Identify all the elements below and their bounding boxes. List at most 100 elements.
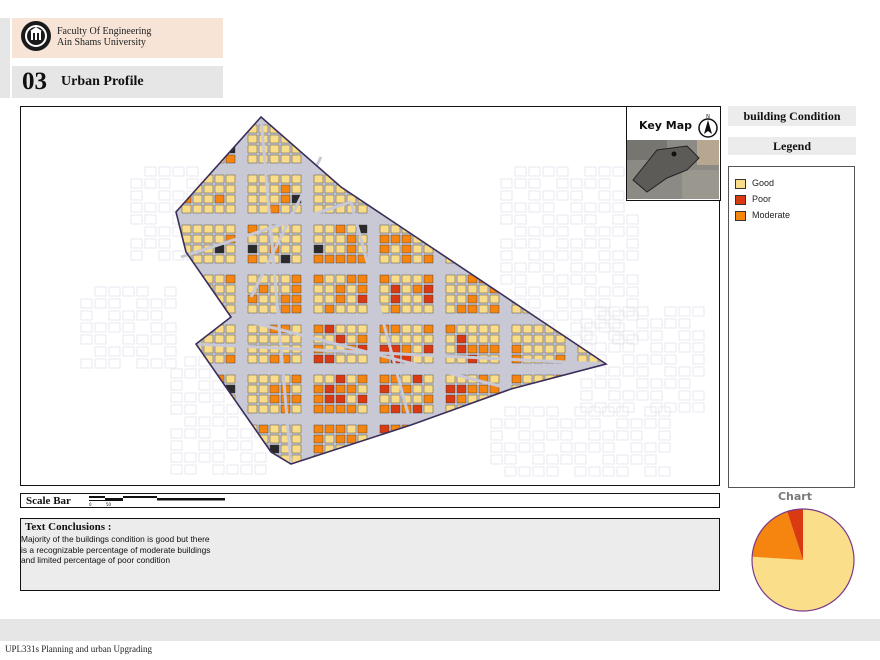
building [390,204,401,214]
building [313,174,324,184]
building [401,144,412,154]
building [225,454,236,464]
building [324,124,335,134]
building [192,254,203,264]
building [346,384,357,394]
legend-label-poor: Poor [752,194,772,204]
building [214,184,225,194]
building [214,224,225,234]
building [192,144,203,154]
building [478,444,489,454]
building-condition-map[interactable] [20,106,720,486]
building [203,304,214,314]
context-building [598,250,611,261]
building [577,144,588,154]
context-building [556,238,569,249]
building [456,174,467,184]
context-building [612,322,625,333]
building [467,254,478,264]
building [533,384,544,394]
context-building [608,378,621,389]
building [291,294,302,304]
building [214,274,225,284]
context-building [570,190,583,201]
building [533,284,544,294]
building [423,184,434,194]
building [291,174,302,184]
context-building [500,238,513,249]
building [291,374,302,384]
context-building [122,286,135,297]
context-building [570,274,583,285]
building [258,394,269,404]
building [280,124,291,134]
building [390,334,401,344]
building [401,344,412,354]
building [467,224,478,234]
building [445,324,456,334]
building [181,444,192,454]
context-building [598,322,611,333]
context-building [626,214,639,225]
building [456,324,467,334]
context-building [170,440,183,451]
building [313,134,324,144]
context-building [588,442,601,453]
building [423,154,434,164]
building [291,124,302,134]
building [467,434,478,444]
building [401,374,412,384]
context-building [164,346,177,357]
building [258,304,269,314]
context-building [108,286,121,297]
context-building [570,298,583,309]
building [588,284,599,294]
building [324,294,335,304]
building [555,394,566,404]
building [335,334,346,344]
building [599,254,606,264]
building [390,194,401,204]
building [258,354,269,364]
building [401,454,412,464]
context-building [500,250,513,261]
building [456,344,467,354]
building [379,144,390,154]
context-building [490,430,503,441]
building [412,244,423,254]
context-building [574,466,587,477]
context-building [184,428,197,439]
context-building [678,390,691,401]
building [324,454,335,464]
context-building [528,262,541,273]
building [280,294,291,304]
context-building [644,406,657,417]
building [269,154,280,164]
context-building [616,454,629,465]
building [467,244,478,254]
context-building [144,202,157,213]
context-building [622,402,635,413]
context-building [514,214,527,225]
building [291,274,302,284]
building [313,184,324,194]
building [555,284,566,294]
building [588,384,599,394]
building [192,304,203,314]
building [214,124,225,134]
building [577,334,588,344]
scale-bar-label: Scale Bar [26,495,71,507]
context-building [546,406,559,417]
building [588,434,599,444]
context-building [212,404,225,415]
building [214,194,225,204]
context-building [664,366,677,377]
building [390,284,401,294]
legend-box: Good Poor Moderate [728,166,855,488]
context-building [678,378,691,389]
context-building [560,454,573,465]
building [533,394,544,404]
building [412,304,423,314]
building [313,354,324,364]
map-canvas[interactable] [21,107,720,486]
